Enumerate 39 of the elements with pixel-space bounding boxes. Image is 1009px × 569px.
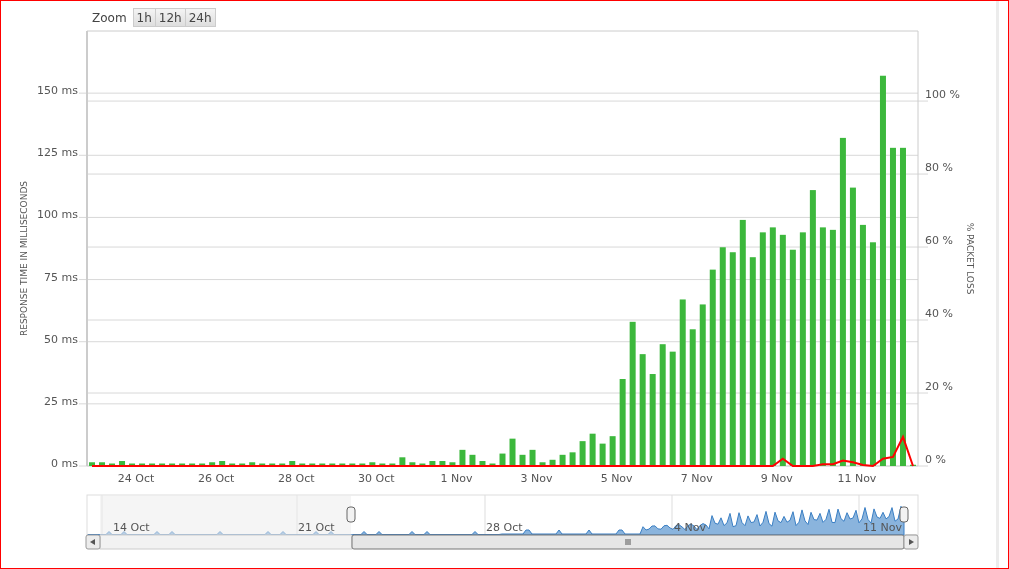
- navigator-date-label: 4 Nov: [674, 521, 706, 534]
- navigator-date-label: 11 Nov: [863, 521, 902, 534]
- y-axis-label: 60 %: [925, 234, 953, 248]
- y-axis-label: 50 ms: [44, 332, 78, 346]
- y-axis-label: 100 ms: [37, 208, 78, 222]
- scrollbar-thumb[interactable]: [351, 534, 905, 550]
- zoom-button[interactable]: 12h: [154, 8, 186, 27]
- y-axis-label: 150 ms: [37, 84, 78, 98]
- range-handle[interactable]: [346, 506, 356, 523]
- y-axis-label: 100 %: [925, 88, 960, 102]
- y-axis-label: 0 %: [925, 453, 946, 466]
- y-axis-label: 0 ms: [51, 457, 78, 470]
- x-axis-label: 24 Oct: [117, 472, 155, 485]
- scroll-right-button[interactable]: [903, 534, 919, 550]
- y-axis-title: % PACKET LOSS: [965, 222, 975, 295]
- y-axis-label: 125 ms: [37, 146, 78, 160]
- y-axis-title: RESPONSE TIME IN MILLISECONDS: [19, 180, 29, 337]
- range-handle[interactable]: [899, 506, 909, 523]
- x-axis-label: 28 Oct: [278, 472, 315, 485]
- scroll-left-button[interactable]: [85, 534, 101, 550]
- x-axis-label: 5 Nov: [600, 472, 633, 485]
- zoom-label: Zoom: [92, 10, 127, 25]
- y-axis-label: 80 %: [925, 161, 953, 175]
- x-axis-label: 30 Oct: [358, 472, 395, 485]
- x-axis-label: 7 Nov: [680, 472, 713, 485]
- y-axis-label: 40 %: [925, 307, 953, 321]
- x-axis-label: 3 Nov: [520, 472, 553, 485]
- navigator-date-label: 14 Oct: [113, 521, 150, 534]
- y-axis-label: 75 ms: [44, 270, 78, 284]
- y-axis-label: 25 ms: [44, 394, 78, 408]
- x-axis-label: 26 Oct: [197, 472, 235, 485]
- x-axis-label: 9 Nov: [760, 472, 793, 485]
- x-axis-label: 11 Nov: [837, 472, 877, 485]
- zoom-button[interactable]: 24h: [184, 8, 216, 27]
- zoom-button[interactable]: 1h: [132, 8, 156, 27]
- y-axis-label: 20 %: [925, 380, 953, 393]
- navigator-date-label: 21 Oct: [298, 521, 335, 534]
- x-axis-label: 1 Nov: [440, 472, 473, 485]
- navigator-date-label: 28 Oct: [486, 521, 523, 534]
